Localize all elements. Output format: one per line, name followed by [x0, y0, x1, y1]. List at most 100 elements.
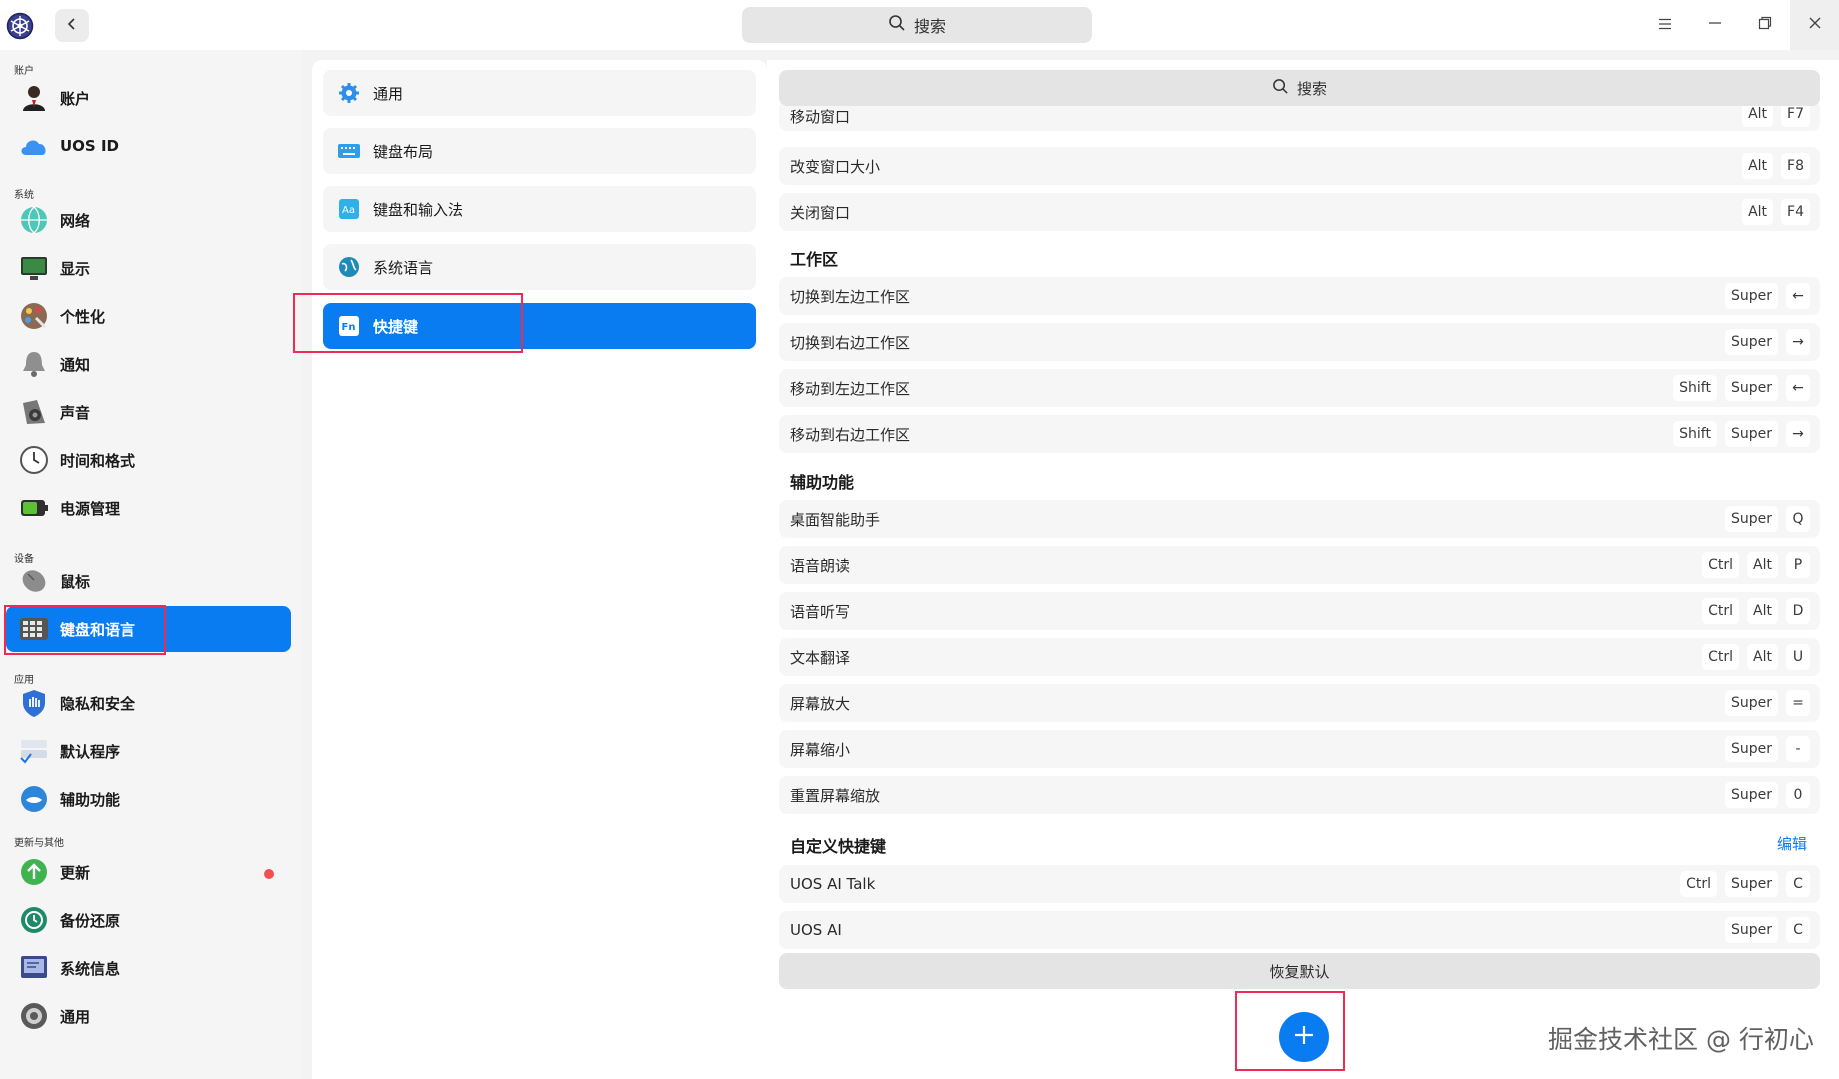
search-icon — [1272, 78, 1289, 99]
subnav-item-system-language[interactable]: 系统语言 — [323, 244, 756, 290]
shortcut-row[interactable]: 移动到右边工作区 Shift Super → — [779, 415, 1820, 453]
sidebar-item-system-info[interactable]: 系统信息 — [6, 945, 291, 991]
chevron-left-icon — [65, 17, 79, 35]
subnav-item-keyboard-layout[interactable]: 键盘布局 — [323, 128, 756, 174]
key-cap: D — [1786, 598, 1810, 624]
sidebar-item-label: 隐私和安全 — [60, 694, 136, 713]
key-cap: Super — [1724, 375, 1778, 401]
shortcut-name: 移动到右边工作区 — [790, 425, 911, 444]
key-cap: - — [1786, 736, 1810, 762]
shortcut-row[interactable]: 屏幕缩小 Super - — [779, 730, 1820, 768]
sidebar-item-account[interactable]: 账户 — [6, 75, 291, 121]
shortcut-row[interactable]: UOS AI Super C — [779, 911, 1820, 949]
sidebar-item-label: 更新 — [60, 863, 91, 882]
sidebar-item-update[interactable]: 更新 — [6, 849, 291, 895]
palette-icon — [18, 300, 50, 332]
key-cap: F8 — [1781, 153, 1810, 179]
shortcut-row[interactable]: 改变窗口大小 Alt F8 — [779, 147, 1820, 185]
sidebar-item-sound[interactable]: 声音 — [6, 389, 291, 435]
shortcut-name: 重置屏幕缩放 — [790, 786, 881, 805]
key-cap: Super — [1724, 917, 1778, 943]
shortcut-row[interactable]: 切换到右边工作区 Super → — [779, 323, 1820, 361]
sidebar-item-default-apps[interactable]: 默认程序 — [6, 728, 291, 774]
sidebar-item-display[interactable]: 显示 — [6, 245, 291, 291]
sidebar-item-mouse[interactable]: 鼠标 — [6, 558, 291, 604]
sidebar-item-label: 备份还原 — [60, 911, 121, 930]
sidebar-item-time-format[interactable]: 时间和格式 — [6, 437, 291, 483]
mouse-icon — [18, 565, 50, 597]
restore-defaults-button[interactable]: 恢复默认 — [779, 953, 1820, 989]
keyboard-language-subpanel: 通用 键盘布局 Aa 键盘和输入法 系统语言 Fn 快捷键 — [312, 60, 767, 1079]
sidebar-item-uos-id[interactable]: UOS ID — [6, 123, 291, 169]
shortcut-keys: Shift Super → — [1673, 421, 1810, 447]
shortcut-name: 切换到左边工作区 — [790, 287, 911, 306]
key-cap: Super — [1724, 421, 1778, 447]
section-title-assistive: 辅助功能 — [790, 473, 855, 492]
sidebar-item-network[interactable]: 网络 — [6, 197, 291, 243]
battery-icon — [18, 492, 50, 524]
shortcut-name: UOS AI Talk — [790, 875, 876, 893]
minimize-button[interactable] — [1690, 0, 1740, 50]
close-button[interactable] — [1790, 0, 1839, 50]
fn-key-icon: Fn — [337, 314, 361, 338]
sidebar-item-general[interactable]: 通用 — [6, 993, 291, 1039]
speaker-icon — [18, 396, 50, 428]
key-cap: Ctrl — [1702, 644, 1740, 670]
sidebar-item-power[interactable]: 电源管理 — [6, 485, 291, 531]
sidebar-item-notification[interactable]: 通知 — [6, 341, 291, 387]
shortcut-row[interactable]: 语音朗读 Ctrl Alt P — [779, 546, 1820, 584]
shortcut-search-input[interactable]: 搜索 — [779, 70, 1820, 106]
subnav-item-general[interactable]: 通用 — [323, 70, 756, 116]
key-cap: Alt — [1742, 199, 1774, 225]
subnav-item-shortcuts[interactable]: Fn 快捷键 — [323, 303, 756, 349]
maximize-button[interactable] — [1740, 0, 1790, 50]
key-cap: C — [1786, 917, 1810, 943]
shortcut-keys: Super → — [1724, 329, 1810, 355]
shield-icon — [18, 687, 50, 719]
shortcut-name: 改变窗口大小 — [790, 157, 881, 176]
add-shortcut-button[interactable] — [1279, 1012, 1329, 1062]
subnav-item-label: 键盘和输入法 — [373, 200, 464, 219]
shortcut-keys: Super 0 — [1724, 782, 1810, 808]
shortcut-row[interactable]: 桌面智能助手 Super Q — [779, 500, 1820, 538]
sidebar-item-accessibility[interactable]: 辅助功能 — [6, 776, 291, 822]
shortcut-keys: Shift Super ← — [1673, 375, 1810, 401]
sidebar-item-personalization[interactable]: 个性化 — [6, 293, 291, 339]
shortcut-row[interactable]: 移动到左边工作区 Shift Super ← — [779, 369, 1820, 407]
shortcut-row[interactable]: 语音听写 Ctrl Alt D — [779, 592, 1820, 630]
control-center-logo-icon — [6, 12, 34, 40]
key-cap: Alt — [1747, 644, 1778, 670]
key-cap: F4 — [1781, 199, 1810, 225]
key-cap: C — [1786, 871, 1810, 897]
sidebar-item-keyboard-language[interactable]: 键盘和语言 — [6, 606, 291, 652]
window-menu-button[interactable] — [1640, 0, 1690, 50]
shortcut-row[interactable]: 重置屏幕缩放 Super 0 — [779, 776, 1820, 814]
shortcut-row[interactable]: 关闭窗口 Alt F4 — [779, 193, 1820, 231]
key-cap: Alt — [1742, 153, 1774, 179]
shortcut-row[interactable]: UOS AI Talk Ctrl Super C — [779, 865, 1820, 903]
shortcut-row[interactable]: 切换到左边工作区 Super ← — [779, 277, 1820, 315]
shortcut-row[interactable]: 文本翻译 Ctrl Alt U — [779, 638, 1820, 676]
shortcut-name: 切换到右边工作区 — [790, 333, 911, 352]
shortcut-keys: Ctrl Alt P — [1702, 552, 1810, 578]
clock-icon — [18, 444, 50, 476]
key-cap: Ctrl — [1702, 598, 1740, 624]
restore-window-icon — [1758, 16, 1772, 34]
key-cap: Super — [1724, 690, 1778, 716]
minimize-icon — [1708, 16, 1722, 34]
sidebar-item-privacy-security[interactable]: 隐私和安全 — [6, 680, 291, 726]
sidebar-item-backup-restore[interactable]: 备份还原 — [6, 897, 291, 943]
sidebar-item-label: UOS ID — [60, 137, 119, 155]
sidebar-item-label: 电源管理 — [60, 499, 121, 518]
cloud-icon — [18, 130, 50, 162]
subnav-item-keyboard-input-method[interactable]: Aa 键盘和输入法 — [323, 186, 756, 232]
back-button[interactable] — [55, 9, 89, 42]
top-search-input[interactable]: 搜索 — [742, 7, 1092, 43]
shortcut-row[interactable]: 屏幕放大 Super = — [779, 684, 1820, 722]
sidebar-item-label: 显示 — [60, 259, 91, 278]
key-cap: ← — [1786, 375, 1810, 401]
shortcut-keys: Alt F8 — [1742, 153, 1810, 179]
shortcut-keys: Super = — [1724, 690, 1810, 716]
custom-edit-link[interactable]: 编辑 — [1777, 833, 1807, 854]
key-cap: ← — [1786, 283, 1810, 309]
